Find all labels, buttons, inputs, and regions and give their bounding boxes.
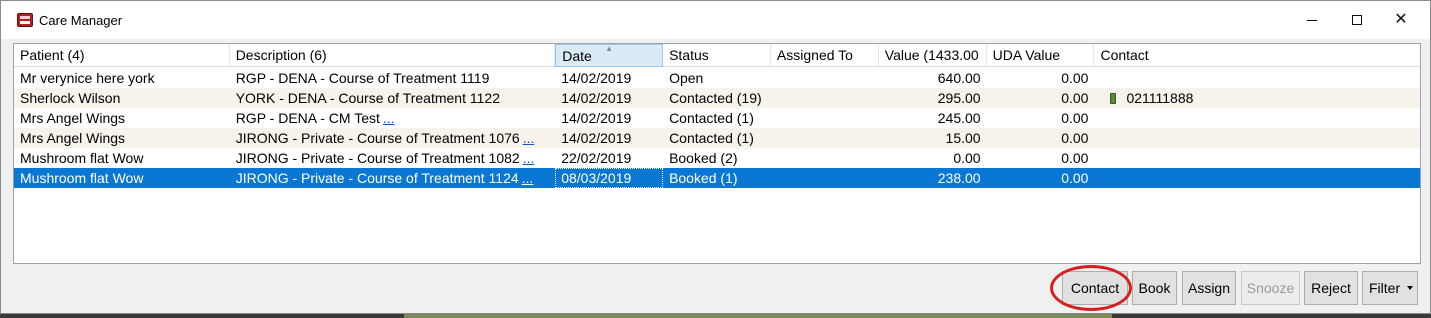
filter-button[interactable]: Filter <box>1362 271 1418 305</box>
date-cell: 08/03/2019 <box>555 168 664 188</box>
background-strip <box>404 314 1112 318</box>
filter-button-label: Filter <box>1369 280 1401 296</box>
action-button-bar: Contact Book Assign Snooze Reject Filter <box>1 271 1430 307</box>
date-cell: 14/02/2019 <box>561 130 632 146</box>
column-header-patient[interactable]: Patient (4) <box>14 44 230 67</box>
patient-cell: Mr verynice here york <box>20 70 155 86</box>
close-icon: ✕ <box>1394 11 1408 28</box>
sort-ascending-icon: ▲ <box>605 44 614 53</box>
care-items-grid[interactable]: Patient (4) Description (6) ▲ Date Statu… <box>13 43 1421 264</box>
table-row[interactable]: Mrs Angel Wings JIRONG - Private - Cours… <box>14 128 1420 148</box>
assigned-cell <box>771 148 879 168</box>
reject-button[interactable]: Reject <box>1304 271 1358 305</box>
description-cell: JIRONG - Private - Course of Treatment 1… <box>230 168 556 188</box>
value-cell: 295.00 <box>937 90 981 106</box>
uda-cell: 0.00 <box>1061 130 1089 146</box>
minimize-icon <box>1307 19 1317 21</box>
assigned-cell <box>771 168 879 188</box>
description-text: JIRONG - Private - Course of Treatment 1… <box>235 150 520 166</box>
description-text: JIRONG - Private - Course of Treatment 1… <box>235 130 520 146</box>
contact-button-highlight-ring <box>1050 265 1132 311</box>
window-title: Care Manager <box>39 13 123 28</box>
status-cell: Booked (2) <box>669 150 738 166</box>
column-header-date[interactable]: ▲ Date <box>555 44 664 67</box>
close-button[interactable]: ✕ <box>1379 5 1423 35</box>
value-cell: 640.00 <box>937 70 981 86</box>
assigned-cell <box>771 108 879 128</box>
contact-cell <box>1094 168 1420 188</box>
value-cell: 238.00 <box>937 170 981 186</box>
column-header-status[interactable]: Status <box>663 44 771 67</box>
patient-cell: Mrs Angel Wings <box>20 130 126 146</box>
date-cell: 14/02/2019 <box>561 110 632 126</box>
column-header-uda-value[interactable]: UDA Value <box>987 44 1095 67</box>
title-bar[interactable]: Care Manager ✕ <box>1 1 1430 39</box>
table-row-selected[interactable]: Mushroom flat Wow JIRONG - Private - Cou… <box>14 168 1420 188</box>
status-cell: Open <box>669 70 704 86</box>
patient-cell: Mushroom flat Wow <box>20 170 144 186</box>
table-row[interactable]: Mr verynice here york RGP - DENA - Cours… <box>14 68 1420 88</box>
contact-cell <box>1094 68 1420 88</box>
contact-cell: 021111888 <box>1094 88 1420 108</box>
grid-rows: Mr verynice here york RGP - DENA - Cours… <box>14 68 1420 188</box>
mobile-phone-icon <box>1110 93 1117 104</box>
more-details-link[interactable]: ... <box>383 110 395 126</box>
description-text: RGP - DENA - Course of Treatment 1119 <box>235 70 490 86</box>
contact-cell <box>1094 128 1420 148</box>
value-cell: 0.00 <box>953 150 981 166</box>
description-cell: JIRONG - Private - Course of Treatment 1… <box>230 148 556 168</box>
contact-phone-number[interactable]: 021111888 <box>1126 90 1193 106</box>
care-manager-window: Care Manager ✕ Patient (4) Description (… <box>0 0 1431 314</box>
table-row[interactable]: Sherlock Wilson YORK - DENA - Course of … <box>14 88 1420 108</box>
patient-cell: Mrs Angel Wings <box>20 110 126 126</box>
description-text: YORK - DENA - Course of Treatment 1122 <box>235 90 500 106</box>
contact-cell <box>1094 108 1420 128</box>
description-cell: RGP - DENA - CM Test... <box>230 108 556 128</box>
date-cell: 14/02/2019 <box>561 70 632 86</box>
patient-cell: Mushroom flat Wow <box>20 150 144 166</box>
description-cell: YORK - DENA - Course of Treatment 1122 <box>230 88 556 108</box>
uda-cell: 0.00 <box>1061 70 1089 86</box>
description-text: RGP - DENA - CM Test <box>235 110 380 126</box>
minimize-button[interactable] <box>1290 5 1334 35</box>
description-cell: RGP - DENA - Course of Treatment 1119 <box>230 68 556 88</box>
column-header-assigned-to[interactable]: Assigned To <box>771 44 879 67</box>
care-manager-app-icon <box>17 13 33 27</box>
status-cell: Contacted (1) <box>669 110 754 126</box>
column-header-value[interactable]: Value (1433.00 <box>879 44 987 67</box>
column-header-description[interactable]: Description (6) <box>230 44 556 67</box>
value-cell: 245.00 <box>937 110 981 126</box>
grid-header: Patient (4) Description (6) ▲ Date Statu… <box>14 44 1420 67</box>
more-details-link[interactable]: ... <box>523 150 535 166</box>
assigned-cell <box>771 128 879 148</box>
date-cell: 14/02/2019 <box>561 90 632 106</box>
uda-cell: 0.00 <box>1061 170 1089 186</box>
uda-cell: 0.00 <box>1061 150 1089 166</box>
patient-cell: Sherlock Wilson <box>20 90 121 106</box>
more-details-link[interactable]: ... <box>523 130 535 146</box>
table-row[interactable]: Mushroom flat Wow JIRONG - Private - Cou… <box>14 148 1420 168</box>
table-row[interactable]: Mrs Angel Wings RGP - DENA - CM Test... … <box>14 108 1420 128</box>
uda-cell: 0.00 <box>1061 110 1089 126</box>
maximize-button[interactable] <box>1335 5 1379 35</box>
status-cell: Booked (1) <box>669 170 738 186</box>
maximize-icon <box>1352 15 1362 25</box>
date-cell: 22/02/2019 <box>561 150 632 166</box>
book-button[interactable]: Book <box>1132 271 1177 305</box>
assigned-cell <box>771 68 879 88</box>
assigned-cell <box>771 88 879 108</box>
status-cell: Contacted (19) <box>669 90 762 106</box>
uda-cell: 0.00 <box>1061 90 1089 106</box>
dropdown-arrow-icon <box>1407 286 1413 290</box>
column-header-contact[interactable]: Contact <box>1094 44 1420 67</box>
description-text: JIRONG - Private - Course of Treatment 1… <box>235 170 519 186</box>
column-header-date-label: Date <box>562 48 592 64</box>
more-details-link[interactable]: ... <box>522 170 534 186</box>
status-cell: Contacted (1) <box>669 130 754 146</box>
description-cell: JIRONG - Private - Course of Treatment 1… <box>230 128 556 148</box>
snooze-button[interactable]: Snooze <box>1241 271 1300 305</box>
assign-button[interactable]: Assign <box>1182 271 1236 305</box>
value-cell: 15.00 <box>945 130 981 146</box>
contact-cell <box>1094 148 1420 168</box>
